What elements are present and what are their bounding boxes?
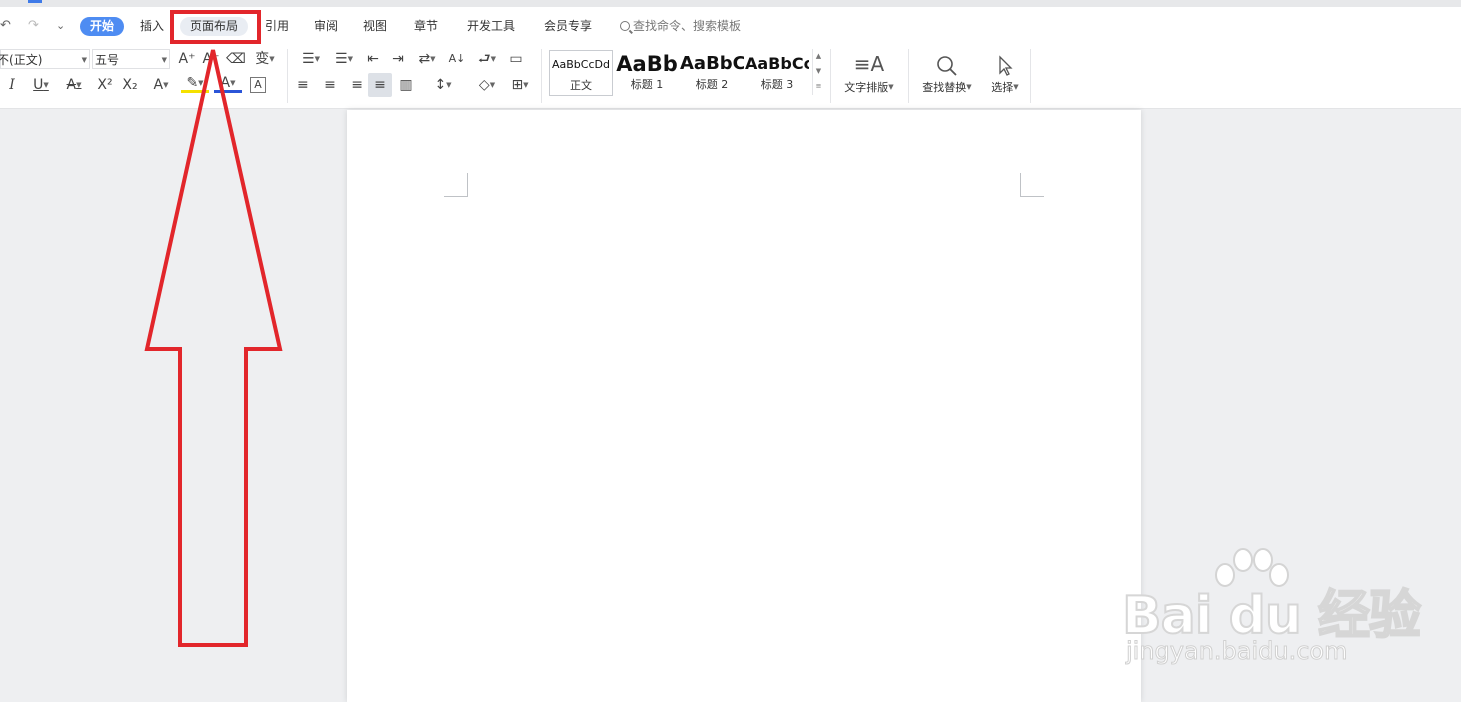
font-color-icon[interactable]: A▼ — [214, 75, 242, 93]
italic-icon[interactable]: I — [4, 75, 20, 95]
decrease-indent-icon[interactable]: ⇤ — [363, 49, 383, 69]
sort-icon[interactable]: A↓ — [447, 49, 467, 69]
find-replace-button[interactable]: 查找替换▼ — [914, 48, 980, 104]
tab-member[interactable]: 会员专享 — [544, 17, 592, 36]
text-layout-button[interactable]: ≡A 文字排版▼ — [836, 48, 902, 104]
chevron-down-icon: ▼ — [81, 56, 87, 64]
style-label: 标题 1 — [630, 78, 664, 91]
text-layout-label: 文字排版 — [844, 81, 889, 94]
shrink-font-icon[interactable]: A⁻ — [201, 49, 221, 69]
font-family-value: (正文) — [9, 53, 43, 67]
justify-icon[interactable]: ≡ — [368, 73, 392, 97]
group-separator — [541, 49, 542, 103]
quick-access-more-icon[interactable]: ⌄ — [56, 18, 65, 34]
home-ribbon: 不(正文) ▼ 五号 ▼ A⁺ A⁻ ⌫ 变▼ I U▼ A▼ X² X₂ A▼… — [0, 45, 1461, 109]
shading-icon[interactable]: ◇▼ — [473, 75, 501, 95]
undo-icon[interactable]: ↶ — [0, 18, 11, 34]
style-gallery: AaBbCcDd 正文 AaBb 标题 1 AaBbC 标题 2 AaBbCc … — [547, 48, 825, 100]
gallery-expand-icon[interactable]: ≡ — [813, 79, 824, 94]
tab-chapter[interactable]: 章节 — [414, 17, 438, 36]
select-label: 选择 — [991, 81, 1014, 94]
style-sample: AaBbCc — [745, 54, 809, 73]
search-icon — [620, 21, 630, 31]
command-search[interactable]: 查找命令、搜索模板 — [620, 17, 741, 36]
margin-crop-mark — [1020, 173, 1044, 197]
numbering-icon[interactable]: ☰▼ — [330, 49, 358, 69]
subscript-icon[interactable]: X₂ — [120, 75, 140, 95]
magnifier-icon — [914, 48, 980, 80]
strikethrough-icon[interactable]: A▼ — [60, 75, 88, 95]
select-button[interactable]: 选择▼ — [972, 48, 1038, 104]
font-family-select[interactable]: 不(正文) ▼ — [0, 49, 90, 69]
style-normal[interactable]: AaBbCcDd 正文 — [549, 50, 613, 96]
document-page[interactable] — [347, 110, 1141, 702]
align-right-icon[interactable]: ≡ — [345, 75, 363, 95]
text-layout-icon: ≡A — [853, 52, 885, 76]
text-direction-icon[interactable]: ⇄▼ — [413, 49, 441, 69]
chevron-down-icon[interactable]: ▼ — [813, 64, 824, 79]
watermark-url: jingyan.baidu.com — [1125, 637, 1348, 666]
text-effect-icon[interactable]: A▼ — [147, 75, 175, 95]
chevron-down-icon: ▼ — [161, 56, 167, 64]
group-separator — [1030, 49, 1031, 103]
baidu-jingyan-watermark: Bai du 经验 jingyan.baidu.com — [1118, 545, 1422, 675]
title-strip — [0, 0, 1461, 7]
tab-developer[interactable]: 开发工具 — [467, 17, 515, 36]
tab-insert[interactable]: 插入 — [140, 17, 164, 36]
highlight-icon[interactable]: ✎▼ — [181, 75, 209, 93]
redo-icon[interactable]: ↷ — [28, 18, 39, 34]
grow-font-icon[interactable]: A⁺ — [177, 49, 197, 69]
style-heading-1[interactable]: AaBb 标题 1 — [615, 50, 679, 96]
borders-icon[interactable]: ⊞▼ — [506, 75, 534, 95]
increase-indent-icon[interactable]: ⇥ — [388, 49, 408, 69]
style-sample: AaBbCcDd — [552, 58, 610, 71]
align-center-icon[interactable]: ≡ — [321, 75, 339, 95]
underline-icon[interactable]: U▼ — [28, 75, 54, 95]
clear-format-icon[interactable]: ⌫ — [226, 49, 246, 69]
font-family-prefix: 不 — [0, 53, 10, 67]
style-label: 正文 — [570, 79, 592, 92]
align-left-icon[interactable]: ≡ — [297, 75, 315, 95]
tab-home[interactable]: 开始 — [80, 17, 125, 36]
font-size-value: 五号 — [95, 53, 120, 67]
style-sample: AaBb — [616, 52, 678, 76]
tab-review[interactable]: 审阅 — [314, 17, 338, 36]
bullets-icon[interactable]: ☰▼ — [297, 49, 325, 69]
phonetic-guide-icon[interactable]: 变▼ — [251, 49, 279, 69]
style-label: 标题 2 — [695, 78, 729, 91]
style-gallery-scroll[interactable]: ▲ ▼ ≡ — [812, 49, 824, 95]
paragraph-marks-icon[interactable]: ⮐▼ — [473, 49, 501, 69]
superscript-icon[interactable]: X² — [95, 75, 115, 95]
group-separator — [830, 49, 831, 103]
search-placeholder: 查找命令、搜索模板 — [633, 19, 742, 33]
style-sample: AaBbC — [680, 53, 744, 74]
chevron-up-icon[interactable]: ▲ — [813, 49, 824, 64]
ruler-icon[interactable]: ▭ — [506, 49, 526, 69]
line-spacing-icon[interactable]: ↕▼ — [428, 75, 458, 95]
margin-crop-mark — [444, 173, 468, 197]
style-heading-2[interactable]: AaBbC 标题 2 — [680, 50, 744, 96]
annotation-highlight-box — [170, 10, 261, 44]
distribute-icon[interactable]: ▥ — [396, 75, 416, 95]
tab-references[interactable]: 引用 — [265, 17, 289, 36]
group-separator — [287, 49, 288, 103]
document-tab-indicator — [28, 0, 42, 3]
style-heading-3[interactable]: AaBbCc 标题 3 — [745, 50, 809, 96]
cursor-icon — [972, 48, 1038, 80]
char-border-icon[interactable]: A — [250, 77, 266, 93]
style-label: 标题 3 — [760, 78, 794, 91]
tab-view[interactable]: 视图 — [363, 17, 387, 36]
font-size-select[interactable]: 五号 ▼ — [92, 49, 170, 69]
find-replace-label: 查找替换 — [922, 81, 967, 94]
group-separator — [908, 49, 909, 103]
